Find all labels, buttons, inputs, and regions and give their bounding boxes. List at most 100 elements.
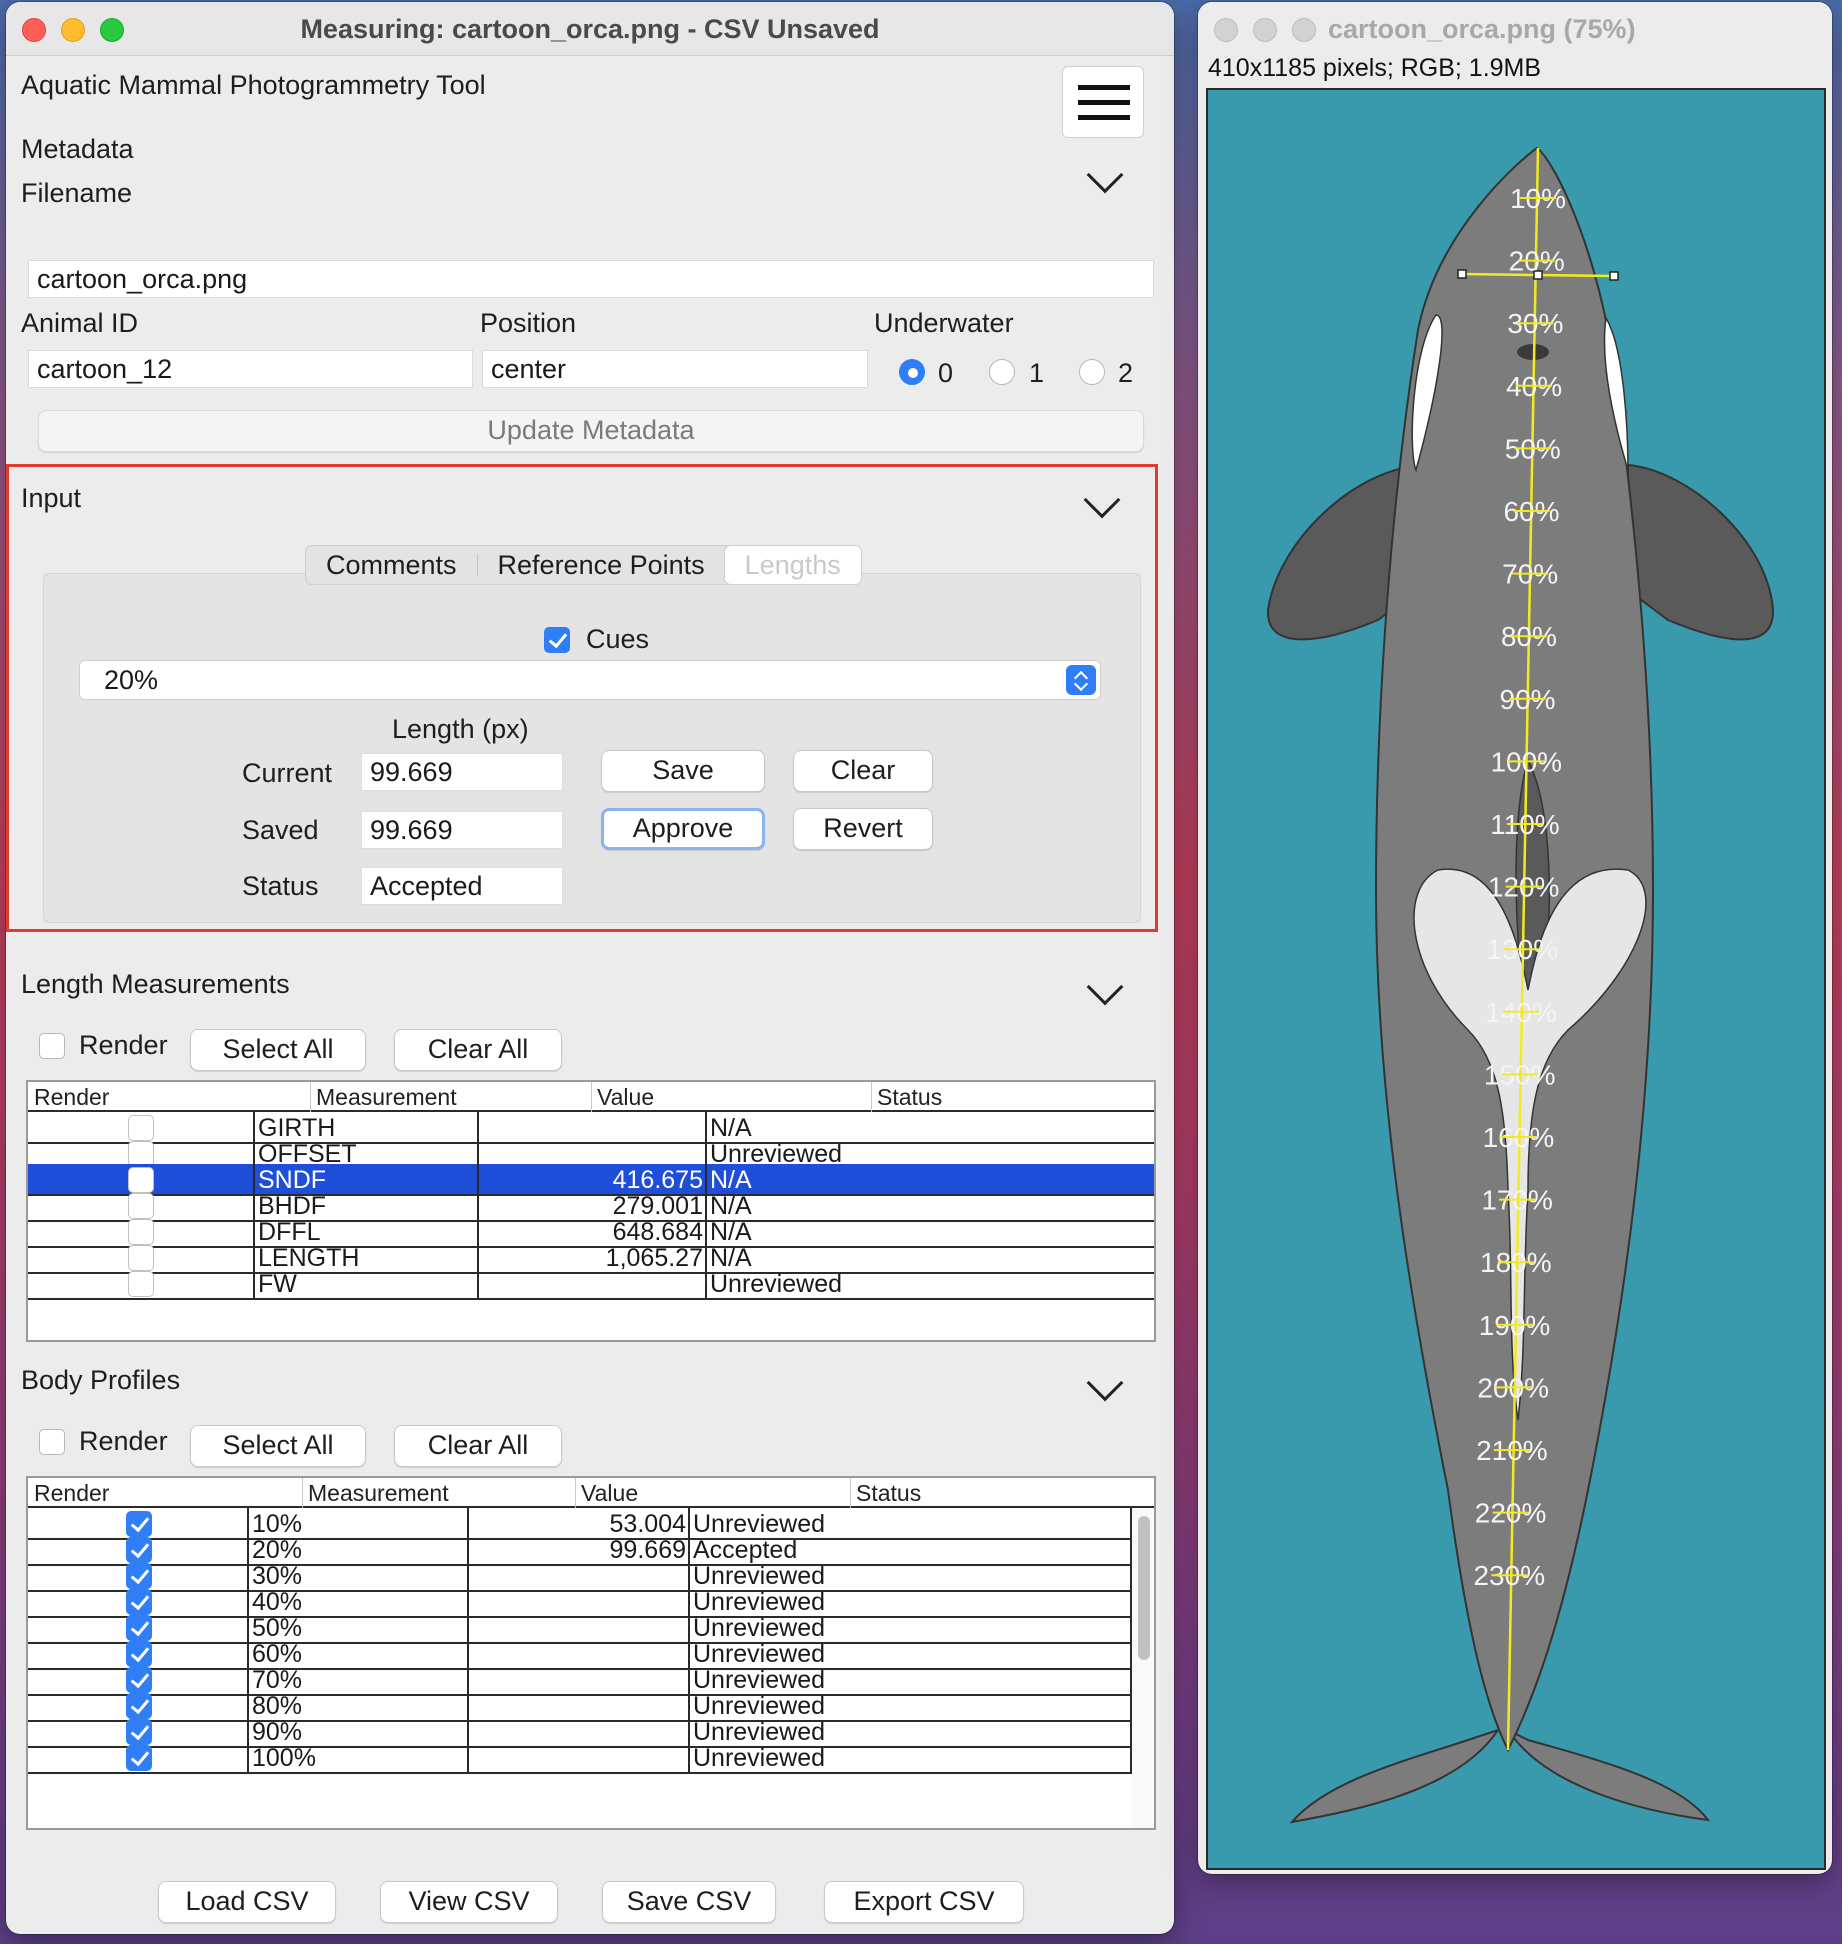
underwater-option-1-label: 1 [1029,358,1045,388]
column-divider [688,1742,690,1772]
underwater-option-2-label: 2 [1118,358,1134,388]
col-status-header[interactable]: Status [850,1480,921,1507]
col-render-header[interactable]: Render [28,1084,109,1111]
title-bar: Measuring: cartoon_orca.png - CSV Unsave… [6,2,1174,56]
image-info: 410x1185 pixels; RGB; 1.9MB [1208,54,1542,82]
row-measurement: 100% [252,1744,316,1772]
col-value-header[interactable]: Value [575,1480,638,1507]
column-divider [467,1742,469,1772]
current-label: Current [242,758,333,788]
column-divider [477,1268,479,1298]
pectoral-fin-right [1627,463,1775,641]
length-render-all-checkbox[interactable] [39,1033,65,1059]
measuring-window: Measuring: cartoon_orca.png - CSV Unsave… [6,2,1174,1934]
position-label: Position [480,308,577,338]
animal-id-field[interactable]: cartoon_12 [28,350,473,388]
hamburger-icon-line [1078,115,1130,120]
minimize-window-button[interactable] [1253,18,1277,42]
underwater-radio-1[interactable] [989,359,1015,385]
image-canvas[interactable]: 10% 20% 30% 40% 50% 60% 70% 80% 90% 100% 110% 120% 1… [1206,88,1826,1870]
window-title: Measuring: cartoon_orca.png - CSV Unsave… [300,14,880,44]
zoom-window-button[interactable] [1292,18,1316,42]
scrollbar-thumb[interactable] [1138,1516,1150,1660]
status-label: Status [242,871,319,901]
profiles-clear-all-button[interactable]: Clear All [394,1425,562,1467]
input-heading: Input [21,483,82,513]
chevron-down-icon[interactable] [1086,156,1124,194]
clear-button[interactable]: Clear [793,750,933,792]
underwater-radio-0[interactable] [899,359,925,385]
underwater-label: Underwater [874,308,1014,338]
row-value [469,1742,690,1772]
filename-field[interactable]: cartoon_orca.png [28,260,1154,298]
metadata-heading: Metadata [21,134,134,164]
column-divider [705,1268,707,1298]
export-csv-button[interactable]: Export CSV [824,1881,1024,1923]
profiles-render-all-checkbox[interactable] [39,1429,65,1455]
image-window: cartoon_orca.png (75%) 410x1185 pixels; … [1198,2,1832,1874]
row-render-checkbox[interactable] [128,1271,154,1297]
col-value-header[interactable]: Value [591,1084,654,1111]
close-window-button[interactable] [1214,18,1238,42]
saved-length-field[interactable]: 99.669 [361,811,563,849]
col-measurement-header[interactable]: Measurement [302,1480,449,1507]
load-csv-button[interactable]: Load CSV [158,1881,336,1923]
row-render-checkbox[interactable] [126,1745,152,1771]
length-clear-all-button[interactable]: Clear All [394,1029,562,1071]
save-csv-button[interactable]: Save CSV [602,1881,776,1923]
chevron-down-icon[interactable] [1086,968,1124,1006]
col-render-header[interactable]: Render [28,1480,109,1507]
cues-checkbox[interactable] [544,627,570,653]
col-measurement-header[interactable]: Measurement [310,1084,457,1111]
tab-lengths[interactable]: Lengths [724,546,861,584]
length-measurements-heading: Length Measurements [21,969,290,999]
profiles-select-all-button[interactable]: Select All [190,1425,366,1467]
status-field[interactable]: Accepted [361,867,563,905]
input-tabs: Comments Reference Points Lengths [305,545,862,585]
chevron-down-icon[interactable] [1086,1364,1124,1402]
select-arrows-icon [1066,665,1096,695]
row-status: Unreviewed [693,1744,826,1772]
table-header: Render Measurement Value Status [28,1478,1154,1508]
animal-id-label: Animal ID [21,308,139,338]
update-metadata-button[interactable]: Update Metadata [38,410,1144,452]
position-field[interactable]: center [482,350,868,388]
measurement-handle [1457,269,1467,279]
revert-button[interactable]: Revert [793,808,933,850]
underwater-option-0-label: 0 [938,358,954,388]
menu-button[interactable] [1062,66,1144,138]
body-profiles-table: Render Measurement Value Status 10% 53.00… [26,1476,1156,1830]
current-length-field[interactable]: 99.669 [361,753,563,791]
column-divider [247,1742,249,1772]
col-status-header[interactable]: Status [871,1084,942,1111]
tail-fluke [1289,1727,1711,1824]
approve-button[interactable]: Approve [601,808,765,850]
underwater-radio-2[interactable] [1079,359,1105,385]
save-button[interactable]: Save [601,750,765,792]
table-header: Render Measurement Value Status [28,1082,1154,1112]
measurement-select-value: 20% [104,665,159,695]
table-row[interactable]: 100% Unreviewed [28,1742,1154,1774]
title-bar: cartoon_orca.png (75%) [1198,2,1832,56]
profiles-render-label: Render [79,1426,168,1456]
length-measurements-table: Render Measurement Value Status GIRTH N/A… [26,1080,1156,1342]
row-status: Unreviewed [710,1270,843,1298]
app-title: Aquatic Mammal Photogrammetry Tool [21,70,486,100]
length-select-all-button[interactable]: Select All [190,1029,366,1071]
window-title: cartoon_orca.png (75%) [1328,14,1636,44]
hamburger-icon-line [1078,100,1130,105]
filename-label: Filename [21,178,133,208]
view-csv-button[interactable]: View CSV [380,1881,558,1923]
profiles-scrollbar[interactable] [1132,1508,1154,1828]
measurement-select[interactable]: 20% [79,660,1101,700]
body-profiles-heading: Body Profiles [21,1365,181,1395]
tab-comments[interactable]: Comments [306,546,477,584]
tab-reference-points[interactable]: Reference Points [478,546,725,584]
orca-image: 10%20%30%40%50%60%70%80%90%100%110%120%1… [1266,146,1775,1824]
input-panel: Input Comments Reference Points Lengths … [6,464,1158,932]
length-px-label: Length (px) [392,714,529,744]
row-measurement: FW [258,1270,297,1298]
chevron-down-icon[interactable] [1083,481,1121,519]
table-row[interactable]: FW Unreviewed [28,1268,1154,1300]
row-value [479,1268,707,1298]
